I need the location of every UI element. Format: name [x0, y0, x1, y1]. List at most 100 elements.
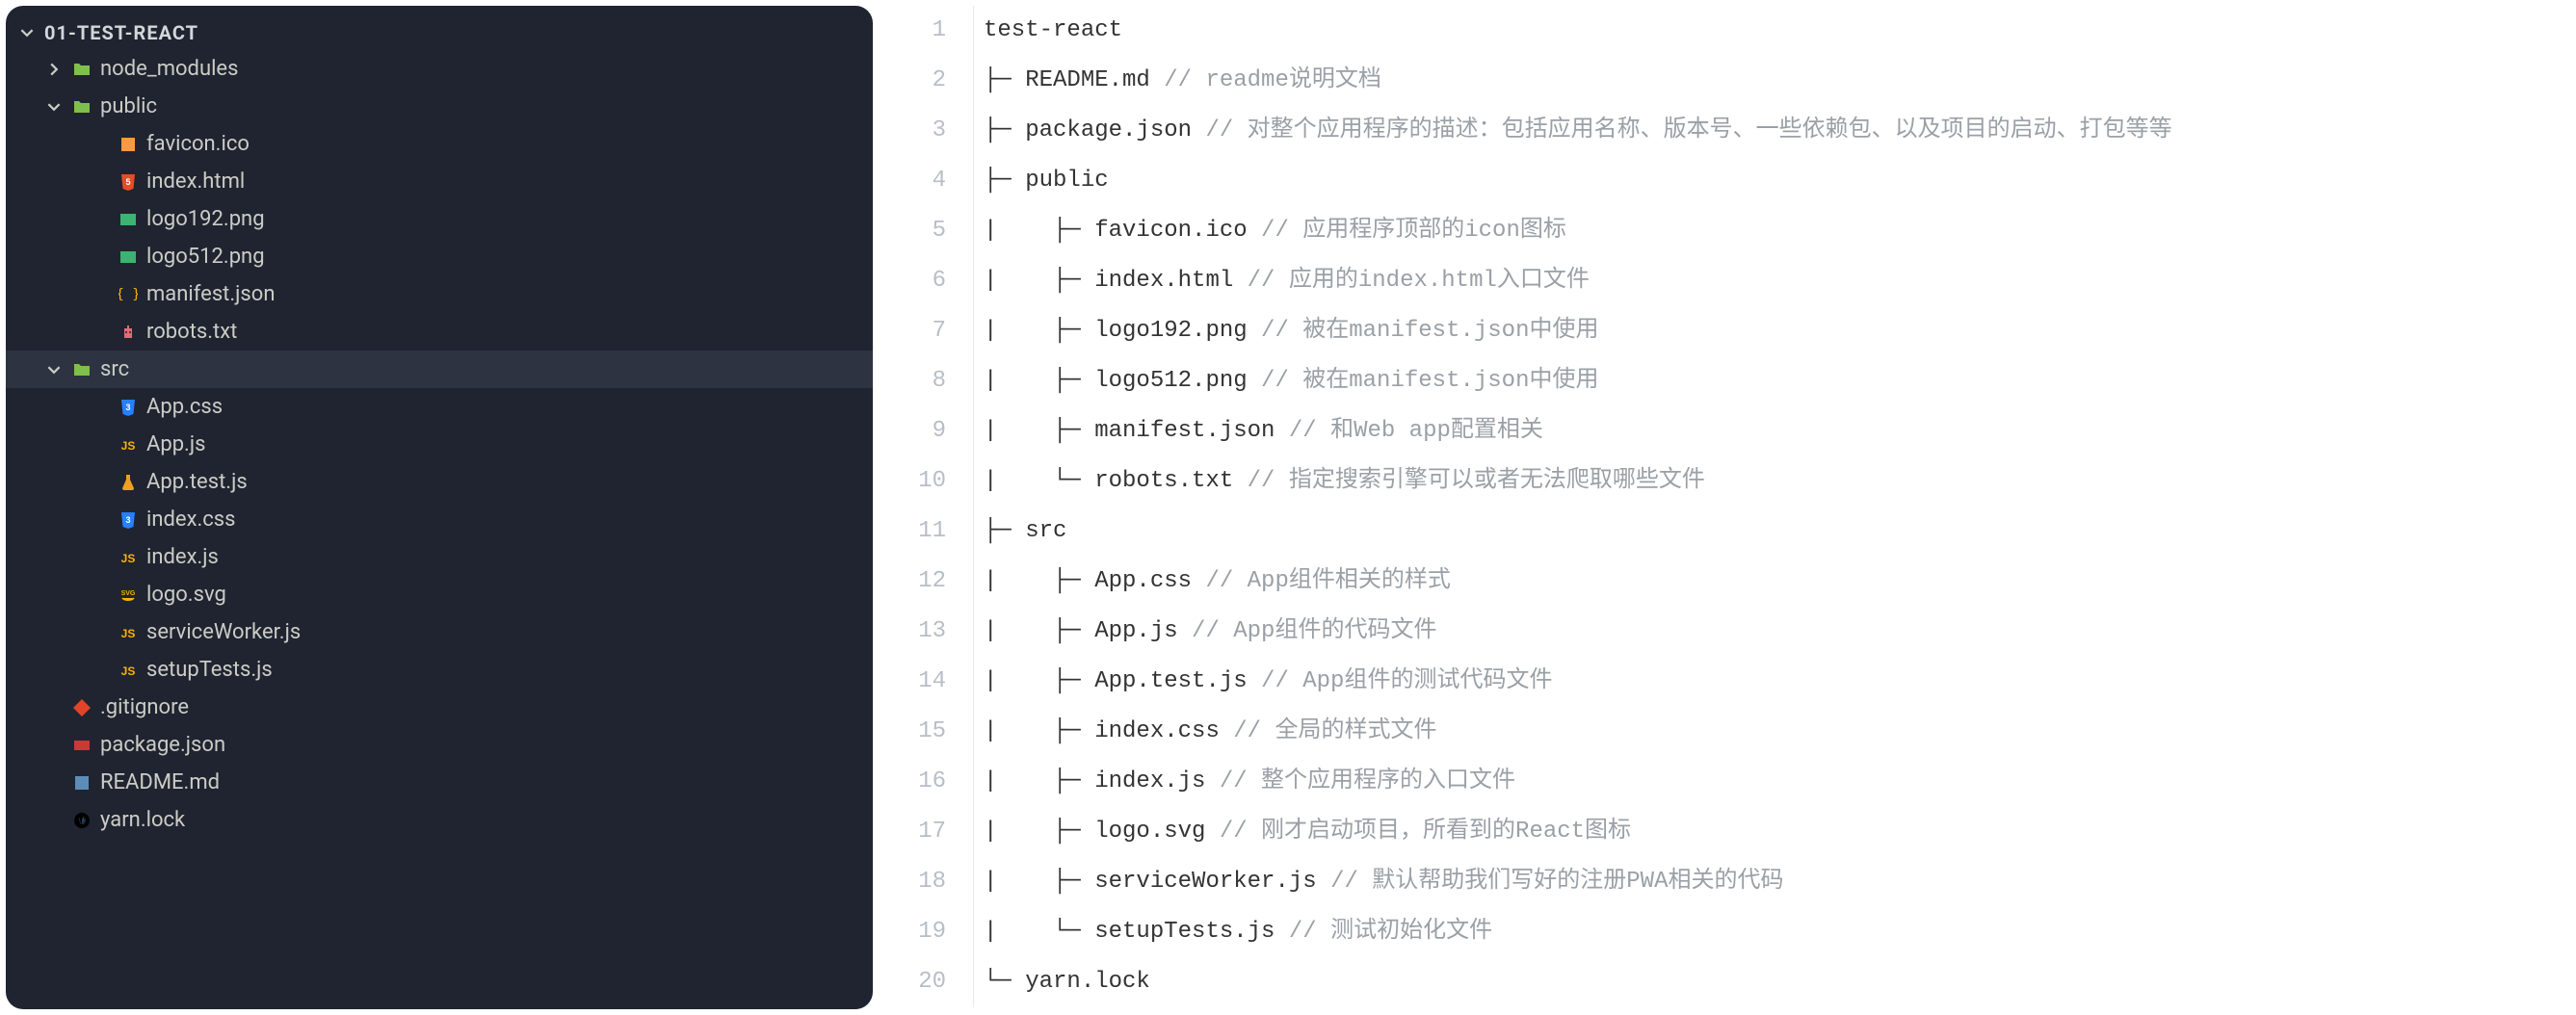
- tree-item-index-js[interactable]: JSindex.js: [6, 538, 873, 576]
- code-line[interactable]: | ├─ index.html // 应用的index.html入口文件: [984, 256, 2570, 306]
- tree-item-label: logo192.png: [146, 203, 265, 235]
- code-line[interactable]: | ├─ index.js // 整个应用程序的入口文件: [984, 757, 2570, 807]
- code-line[interactable]: ├─ src: [984, 507, 2570, 557]
- tree-item-logo192[interactable]: logo192.png: [6, 200, 873, 238]
- js-icon: JS: [118, 547, 139, 568]
- code-line[interactable]: | ├─ manifest.json // 和Web app配置相关: [984, 406, 2570, 456]
- test-icon: [118, 472, 139, 493]
- tree-item-package[interactable]: package.json: [6, 726, 873, 764]
- tree-item-logo-svg[interactable]: SVG logo.svg: [6, 576, 873, 613]
- tree-item-label: App.js: [146, 429, 205, 460]
- tree-item-label: README.md: [100, 767, 220, 798]
- line-number: 15: [898, 707, 956, 757]
- line-number: 4: [898, 156, 956, 206]
- code-line[interactable]: | ├─ logo.svg // 刚才启动项目，所看到的React图标: [984, 807, 2570, 857]
- tree-item-label: node_modules: [100, 53, 238, 85]
- code-line[interactable]: | └─ robots.txt // 指定搜索引擎可以或者无法爬取哪些文件: [984, 456, 2570, 507]
- svg-text:SVG: SVG: [121, 590, 136, 597]
- root-label: 01-TEST-REACT: [44, 18, 198, 47]
- code-line[interactable]: | ├─ favicon.ico // 应用程序顶部的icon图标: [984, 206, 2570, 256]
- tree-root[interactable]: 01-TEST-REACT: [6, 15, 873, 50]
- line-number: 13: [898, 607, 956, 657]
- code-comment: // 应用程序顶部的icon图标: [1261, 218, 1566, 244]
- code-line[interactable]: test-react: [984, 6, 2570, 56]
- js-icon: JS: [118, 622, 139, 643]
- code-line[interactable]: | ├─ serviceWorker.js // 默认帮助我们写好的注册PWA相…: [984, 857, 2570, 907]
- code-line[interactable]: | ├─ logo512.png // 被在manifest.json中使用: [984, 356, 2570, 406]
- tree-item-app-js[interactable]: JSApp.js: [6, 426, 873, 463]
- tree-item-robots[interactable]: robots.txt: [6, 313, 873, 351]
- line-number: 8: [898, 356, 956, 406]
- line-number: 18: [898, 857, 956, 907]
- code-text: test-react: [984, 17, 1122, 43]
- svg-icon: SVG: [118, 585, 139, 606]
- readme-icon: [71, 772, 92, 794]
- tree-item-public[interactable]: public: [6, 88, 873, 125]
- code-text: | ├─ index.js: [984, 768, 1220, 794]
- css-icon: 3: [118, 509, 139, 531]
- svg-text:JS: JS: [121, 664, 136, 678]
- code-comment: // 指定搜索引擎可以或者无法爬取哪些文件: [1248, 468, 1705, 494]
- code-comment: // 应用的index.html入口文件: [1248, 268, 1590, 294]
- js-icon: JS: [118, 660, 139, 681]
- line-number: 20: [898, 957, 956, 1007]
- code-line[interactable]: ├─ public: [984, 156, 2570, 206]
- tree-item-node_modules[interactable]: node_modules: [6, 50, 873, 88]
- code-line[interactable]: └─ yarn.lock: [984, 957, 2570, 1007]
- tree-item-favicon[interactable]: favicon.ico: [6, 125, 873, 163]
- code-line[interactable]: ├─ package.json // 对整个应用程序的描述：包括应用名称、版本号…: [984, 106, 2570, 156]
- tree-item-label: src: [100, 353, 129, 385]
- code-line[interactable]: | ├─ logo192.png // 被在manifest.json中使用: [984, 306, 2570, 356]
- code-comment: // readme说明文档: [1164, 67, 1381, 93]
- code-line[interactable]: | ├─ App.test.js // App组件的测试代码文件: [984, 657, 2570, 707]
- tree-item-label: package.json: [100, 729, 225, 761]
- svg-text:5: 5: [125, 177, 130, 187]
- tree-item-gitignore[interactable]: .gitignore: [6, 689, 873, 726]
- code-comment: // 测试初始化文件: [1289, 919, 1492, 945]
- tree-item-app-test[interactable]: App.test.js: [6, 463, 873, 501]
- tree-item-label: logo.svg: [146, 579, 226, 611]
- tree-item-label: setupTests.js: [146, 654, 273, 686]
- code-text: └─ yarn.lock: [984, 969, 1150, 995]
- line-number: 2: [898, 56, 956, 106]
- code-text: | ├─ App.test.js: [984, 668, 1261, 694]
- svg-text:3: 3: [125, 515, 130, 525]
- code-line[interactable]: | ├─ App.css // App组件相关的样式: [984, 557, 2570, 607]
- tree-item-label: index.html: [146, 166, 245, 197]
- css-icon: 3: [118, 397, 139, 418]
- code-comment: // App组件的测试代码文件: [1261, 668, 1552, 694]
- code-line[interactable]: | ├─ index.css // 全局的样式文件: [984, 707, 2570, 757]
- tree-item-label: App.css: [146, 391, 223, 423]
- tree-item-app-css[interactable]: 3 App.css: [6, 388, 873, 426]
- tree-item-sw[interactable]: JSserviceWorker.js: [6, 613, 873, 651]
- tree-item-label: manifest.json: [146, 278, 275, 310]
- file-explorer-sidebar: 01-TEST-REACT node_modulespublicfavicon.…: [6, 6, 873, 1009]
- tree-item-readme[interactable]: README.md: [6, 764, 873, 801]
- tree-item-src[interactable]: src: [6, 351, 873, 388]
- code-line[interactable]: ├─ README.md // readme说明文档: [984, 56, 2570, 106]
- svg-text:3: 3: [125, 403, 130, 412]
- code-line[interactable]: | └─ setupTests.js // 测试初始化文件: [984, 907, 2570, 957]
- svg-text:JS: JS: [121, 552, 136, 565]
- code-text: | └─ setupTests.js: [984, 919, 1289, 945]
- tree-item-yarn[interactable]: yarn.lock: [6, 801, 873, 839]
- json-icon: { }: [118, 284, 139, 305]
- code-comment: // 整个应用程序的入口文件: [1220, 768, 1515, 794]
- line-number: 19: [898, 907, 956, 957]
- img-icon: [118, 247, 139, 268]
- npm-icon: [71, 735, 92, 756]
- code-body[interactable]: test-react├─ README.md // readme说明文档├─ p…: [973, 6, 2570, 1007]
- tree-item-logo512[interactable]: logo512.png: [6, 238, 873, 275]
- folder-green-icon: [71, 359, 92, 380]
- line-gutter: 1234567891011121314151617181920: [898, 6, 956, 1007]
- folder-green-icon: [71, 59, 92, 80]
- tree-item-index-css[interactable]: 3index.css: [6, 501, 873, 538]
- tree-item-setup[interactable]: JS setupTests.js: [6, 651, 873, 689]
- code-comment: // 被在manifest.json中使用: [1261, 368, 1598, 394]
- code-line[interactable]: | ├─ App.js // App组件的代码文件: [984, 607, 2570, 657]
- tree-item-index-html[interactable]: 5 index.html: [6, 163, 873, 200]
- img-icon: [118, 209, 139, 230]
- tree-item-manifest[interactable]: { } manifest.json: [6, 275, 873, 313]
- code-comment: // 全局的样式文件: [1233, 718, 1436, 744]
- svg-text:{ }: { }: [118, 287, 138, 302]
